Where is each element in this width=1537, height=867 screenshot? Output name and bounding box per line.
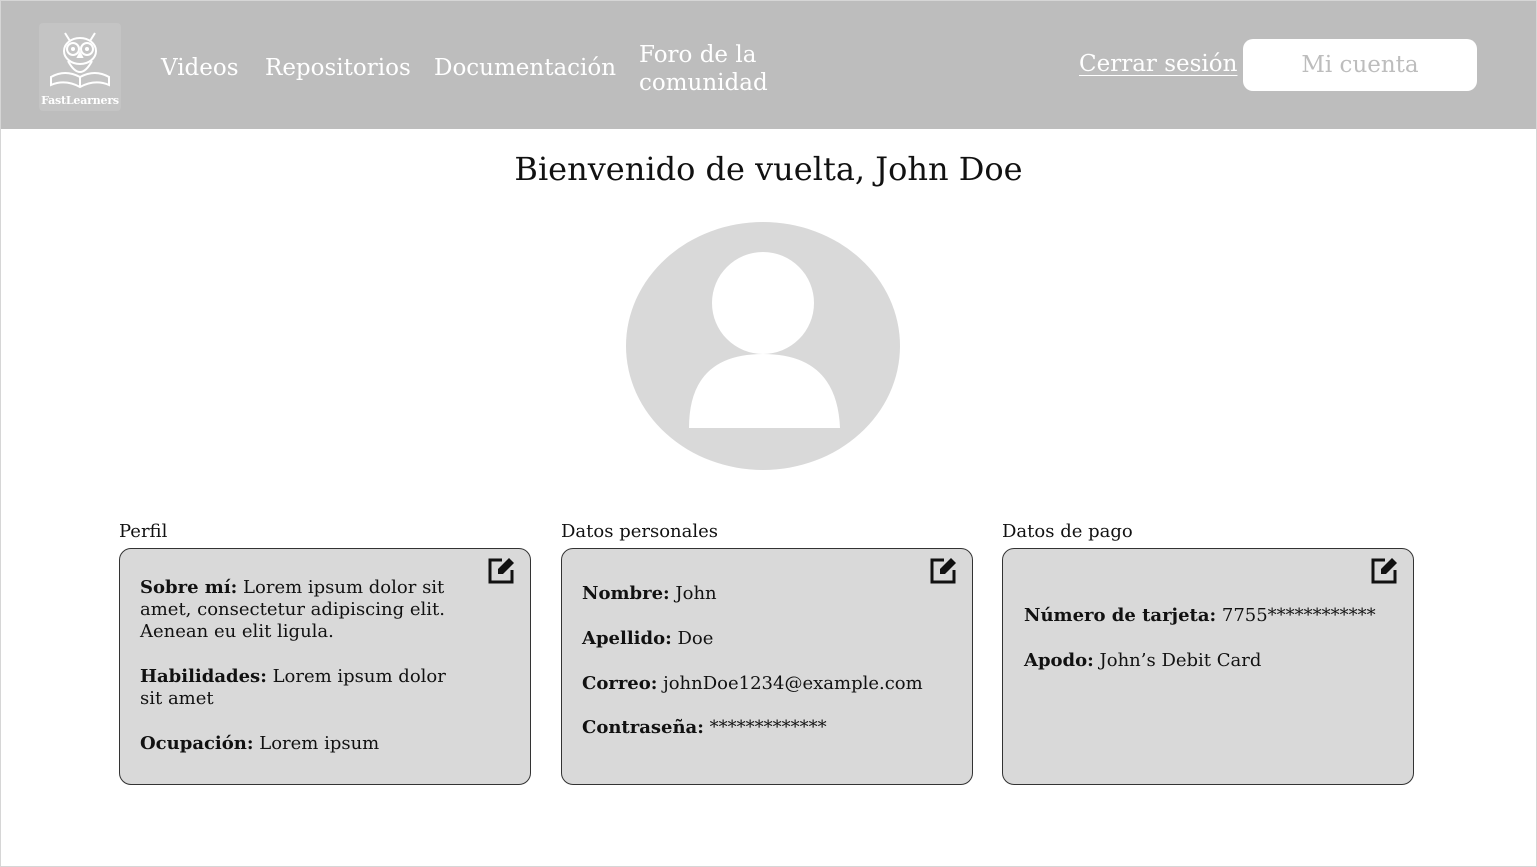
sobre-mi-label: Sobre mí: — [140, 577, 238, 598]
contrasena-field: Contraseña: ************* — [582, 717, 827, 739]
brand-logo[interactable]: FastLearners — [39, 23, 121, 111]
apellido-label: Apellido: — [582, 628, 672, 649]
contrasena-label: Contraseña: — [582, 717, 704, 738]
apellido-value: Doe — [671, 628, 714, 649]
datos-personales-card: Nombre: John Apellido: Doe Correo: johnD… — [561, 548, 973, 785]
edit-icon[interactable] — [928, 556, 958, 586]
perfil-section-title: Perfil — [119, 521, 168, 542]
nav-repositorios[interactable]: Repositorios — [265, 54, 411, 82]
edit-icon[interactable] — [486, 556, 516, 586]
brand-name: FastLearners — [41, 94, 119, 107]
apodo-value: John’s Debit Card — [1093, 650, 1262, 671]
user-avatar-icon[interactable] — [626, 222, 900, 470]
ocupacion-value: Lorem ipsum — [253, 733, 380, 754]
tarjeta-label: Número de tarjeta: — [1024, 605, 1217, 626]
nav-foro-comunidad[interactable]: Foro de la comunidad — [639, 41, 809, 97]
perfil-card: Sobre mí: Lorem ipsum dolor sit amet, co… — [119, 548, 531, 785]
ocupacion-field: Ocupación: Lorem ipsum — [140, 733, 379, 755]
edit-icon[interactable] — [1369, 556, 1399, 586]
tarjeta-field: Número de tarjeta: 7755************ — [1024, 605, 1376, 627]
my-account-button[interactable]: Mi cuenta — [1243, 39, 1477, 91]
sobre-mi-field: Sobre mí: Lorem ipsum dolor sit amet, co… — [140, 577, 460, 643]
apodo-label: Apodo: — [1024, 650, 1094, 671]
correo-value: johnDoe1234@example.com — [657, 673, 923, 694]
nav-documentacion[interactable]: Documentación — [434, 54, 616, 82]
nombre-field: Nombre: John — [582, 583, 717, 605]
top-navigation-bar: FastLearners Videos Repositorios Documen… — [1, 1, 1536, 129]
datos-pago-section-title: Datos de pago — [1002, 521, 1133, 542]
nombre-value: John — [669, 583, 717, 604]
contrasena-value: ************* — [703, 717, 827, 738]
nombre-label: Nombre: — [582, 583, 670, 604]
tarjeta-value: 7755************ — [1216, 605, 1376, 626]
owl-book-icon — [50, 32, 110, 89]
correo-field: Correo: johnDoe1234@example.com — [582, 673, 923, 695]
correo-label: Correo: — [582, 673, 658, 694]
nav-videos[interactable]: Videos — [161, 54, 239, 82]
logout-link[interactable]: Cerrar sesión — [1079, 51, 1237, 77]
habilidades-field: Habilidades: Lorem ipsum dolor sit amet — [140, 666, 460, 710]
datos-personales-section-title: Datos personales — [561, 521, 719, 542]
datos-pago-card: Número de tarjeta: 7755************ Apod… — [1002, 548, 1414, 785]
welcome-heading: Bienvenido de vuelta, John Doe — [514, 150, 1023, 188]
habilidades-label: Habilidades: — [140, 666, 267, 687]
apellido-field: Apellido: Doe — [582, 628, 713, 650]
ocupacion-label: Ocupación: — [140, 733, 254, 754]
apodo-field: Apodo: John’s Debit Card — [1024, 650, 1261, 672]
